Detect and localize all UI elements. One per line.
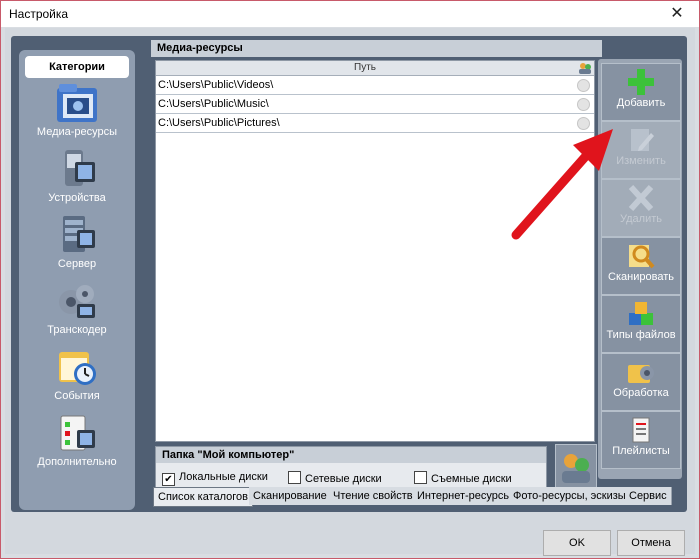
removable-drives-label: Съемные диски bbox=[431, 473, 512, 485]
playlists-button[interactable]: Плейлисты bbox=[601, 411, 681, 469]
users-icon bbox=[562, 454, 590, 483]
media-resources-panel: Медиа-ресурсы Путь C:\Users\Public\Video… bbox=[151, 40, 685, 510]
transcoder-icon bbox=[59, 285, 95, 318]
file-types-icon bbox=[629, 302, 653, 325]
users-column-icon bbox=[579, 63, 591, 74]
categories-sidebar: Категории Медиа-ресурсы Устройства Серве… bbox=[19, 50, 135, 510]
window-title: Настройка bbox=[9, 7, 69, 21]
network-drives-label: Сетевые диски bbox=[305, 473, 382, 485]
status-dot-icon bbox=[577, 98, 590, 111]
playlists-icon bbox=[632, 417, 650, 443]
sidebar-item-media[interactable]: Медиа-ресурсы bbox=[19, 82, 135, 146]
categories-header: Категории bbox=[25, 56, 129, 78]
delete-button[interactable]: Удалить bbox=[601, 179, 681, 237]
edit-icon bbox=[631, 129, 654, 151]
delete-icon bbox=[628, 184, 654, 212]
local-drives-checkbox[interactable]: ✔ Локальные диски bbox=[162, 471, 268, 486]
file-types-button-label: Типы файлов bbox=[606, 329, 676, 341]
table-row[interactable]: C:\Users\Public\Music\ bbox=[156, 95, 594, 114]
sidebar-item-transcoder[interactable]: Транскодер bbox=[19, 280, 135, 344]
sidebar-item-label: Сервер bbox=[57, 258, 97, 270]
processing-icon bbox=[628, 365, 654, 383]
removable-drives-checkbox[interactable]: Съемные диски bbox=[414, 471, 512, 485]
scan-icon bbox=[629, 245, 655, 269]
add-button-label: Добавить bbox=[616, 97, 666, 109]
network-drives-checkbox[interactable]: Сетевые диски bbox=[288, 471, 382, 485]
ok-button[interactable]: OK bbox=[543, 530, 611, 556]
devices-icon bbox=[65, 150, 95, 186]
close-icon[interactable]: ✕ bbox=[663, 3, 691, 23]
scan-button[interactable]: Сканировать bbox=[601, 237, 681, 295]
table-row[interactable]: C:\Users\Public\Pictures\ bbox=[156, 114, 594, 133]
sidebar-item-label: Дополнительно bbox=[37, 456, 117, 468]
checkbox-empty-icon bbox=[288, 471, 301, 484]
additional-icon bbox=[60, 415, 95, 451]
status-dot-icon bbox=[577, 117, 590, 130]
sidebar-item-devices[interactable]: Устройства bbox=[19, 148, 135, 212]
scan-button-label: Сканировать bbox=[608, 271, 674, 283]
status-dot-icon bbox=[577, 79, 590, 92]
media-folder-icon bbox=[57, 84, 97, 122]
table-row[interactable]: C:\Users\Public\Videos\ bbox=[156, 76, 594, 95]
column-header-path[interactable]: Путь bbox=[156, 61, 574, 75]
paths-table[interactable]: Путь C:\Users\Public\Videos\ C:\Users\Pu… bbox=[155, 60, 595, 442]
tab-catalog-list[interactable]: Список каталогов bbox=[153, 487, 254, 507]
edit-button[interactable]: Изменить bbox=[601, 121, 681, 179]
path-cell: C:\Users\Public\Videos\ bbox=[158, 79, 274, 91]
settings-window: Настройка ✕ Категории Медиа-ресурсы Устр… bbox=[0, 0, 700, 559]
processing-button[interactable]: Обработка bbox=[601, 353, 681, 411]
tab-scanning[interactable]: Сканирование bbox=[249, 487, 332, 505]
delete-button-label: Удалить bbox=[620, 213, 662, 225]
sidebar-item-server[interactable]: Сервер bbox=[19, 214, 135, 278]
client-area: Категории Медиа-ресурсы Устройства Серве… bbox=[5, 28, 695, 556]
cancel-button[interactable]: Отмена bbox=[617, 530, 685, 556]
playlists-button-label: Плейлисты bbox=[612, 445, 670, 457]
checkbox-checked-icon: ✔ bbox=[162, 473, 175, 486]
add-button[interactable]: Добавить bbox=[601, 63, 681, 121]
my-computer-group: Папка "Мой компьютер" ✔ Локальные диски С… bbox=[155, 446, 547, 492]
users-button[interactable] bbox=[555, 444, 597, 492]
actions-toolbar: Добавить Изменить Удалить Сканировать Ти… bbox=[598, 59, 682, 479]
checkbox-empty-icon bbox=[414, 471, 427, 484]
tab-photo-resources[interactable]: Фото-ресурсы, эскизы bbox=[509, 487, 631, 505]
title-bar: Настройка ✕ bbox=[1, 1, 699, 27]
sidebar-item-label: События bbox=[54, 390, 100, 402]
server-icon bbox=[63, 216, 95, 252]
path-cell: C:\Users\Public\Music\ bbox=[158, 98, 269, 110]
table-header: Путь bbox=[156, 61, 594, 76]
sidebar-item-additional[interactable]: Дополнительно bbox=[19, 412, 135, 476]
add-icon bbox=[628, 69, 654, 95]
tab-internet-resources[interactable]: Интернет-ресурсы bbox=[413, 487, 517, 505]
sidebar-item-label: Устройства bbox=[48, 192, 106, 204]
file-types-button[interactable]: Типы файлов bbox=[601, 295, 681, 353]
tab-strip: Список каталогов Сканирование Чтение сво… bbox=[151, 487, 681, 507]
panel-title: Медиа-ресурсы bbox=[151, 40, 602, 57]
local-drives-label: Локальные диски bbox=[179, 471, 268, 483]
events-icon bbox=[59, 352, 96, 385]
settings-frame: Категории Медиа-ресурсы Устройства Серве… bbox=[11, 36, 687, 512]
processing-button-label: Обработка bbox=[613, 387, 669, 399]
sidebar-item-label: Транскодер bbox=[47, 324, 107, 336]
edit-button-label: Изменить bbox=[616, 155, 666, 167]
path-cell: C:\Users\Public\Pictures\ bbox=[158, 117, 280, 129]
my-computer-title: Папка "Мой компьютер" bbox=[156, 447, 546, 463]
tab-service[interactable]: Сервис bbox=[625, 487, 672, 505]
sidebar-item-events[interactable]: События bbox=[19, 346, 135, 410]
sidebar-item-label: Медиа-ресурсы bbox=[36, 126, 118, 138]
tab-read-properties[interactable]: Чтение свойств bbox=[329, 487, 418, 505]
